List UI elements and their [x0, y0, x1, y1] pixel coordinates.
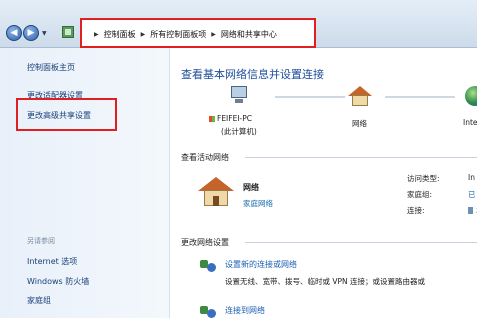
highlight-box — [16, 98, 117, 131]
change-settings-heading: 更改网络设置 — [181, 238, 229, 247]
address-bar[interactable]: ▶ 控制面板 ▶ 所有控制面板项 ▶ 网络和共享中心 — [80, 18, 316, 48]
sidebar-item-firewall[interactable]: Windows 防火墙 — [27, 276, 89, 287]
crumb-separator-icon: ▶ — [211, 31, 216, 38]
crumb-separator-icon: ▶ — [140, 31, 146, 38]
active-networks-heading: 查看活动网络 — [181, 153, 229, 162]
setup-connection-link[interactable]: 设置新的连接或网络 — [225, 259, 297, 270]
homegroup-link[interactable]: 已 — [468, 189, 476, 200]
connect-to-network-link[interactable]: 连接到网络 — [225, 305, 265, 316]
arrow-right-icon: ▶ — [27, 28, 35, 38]
network-map: FEIFEI-PC (此计算机) 网络 Inte — [181, 86, 477, 146]
windows-logo-icon — [209, 116, 215, 122]
breadcrumb-control-panel[interactable]: 控制面板 — [104, 29, 136, 40]
history-dropdown-icon[interactable]: ▼ — [42, 30, 47, 37]
breadcrumb-network-center[interactable]: 网络和共享中心 — [221, 29, 277, 40]
sidebar-item-internet-options[interactable]: Internet 选项 — [27, 256, 77, 267]
connect-network-icon — [200, 304, 218, 318]
computer-sublabel: (此计算机) — [221, 127, 257, 136]
divider — [245, 242, 477, 243]
detail-homegroup: 家庭组: 已 — [407, 190, 476, 199]
sidebar-item-homegroup[interactable]: 家庭组 — [27, 295, 51, 306]
home-network-icon — [198, 177, 234, 207]
arrow-left-icon: ◀ — [10, 28, 18, 38]
see-also-heading: 另请参阅 — [27, 237, 55, 245]
breadcrumb-all-items[interactable]: 所有控制面板项 — [150, 29, 206, 40]
connection-link[interactable]: 本 — [468, 205, 477, 216]
setup-connection-description: 设置无线、宽带、拨号、临时或 VPN 连接；或设置路由器或 — [225, 277, 426, 286]
detail-access-type: 访问类型: In — [407, 173, 475, 183]
divider — [245, 157, 477, 158]
network-label: 网络 — [352, 119, 367, 128]
new-connection-icon — [200, 258, 218, 272]
back-button[interactable]: ◀ — [6, 25, 22, 41]
internet-label: Inte — [463, 118, 477, 127]
address-toolbar: ◀ ▶ ▼ ▶ 控制面板 ▶ 所有控制面板项 ▶ 网络和共享中心 — [0, 0, 477, 48]
detail-connection: 连接:本 — [407, 205, 477, 216]
forward-button[interactable]: ▶ — [23, 25, 39, 41]
active-network-name: 网络 — [243, 183, 259, 192]
internet-globe-icon — [465, 86, 477, 106]
connection-icon — [468, 207, 473, 214]
computer-icon — [229, 86, 251, 104]
network-type-link[interactable]: 家庭网络 — [243, 198, 273, 209]
control-panel-icon — [62, 26, 74, 38]
network-house-icon — [348, 86, 372, 106]
connection-line — [385, 96, 455, 98]
page-title: 查看基本网络信息并设置连接 — [181, 68, 324, 81]
crumb-separator-icon: ▶ — [94, 31, 99, 38]
connection-line — [275, 96, 345, 98]
computer-name: FEIFEI-PC — [209, 114, 252, 123]
sidebar-item-control-panel-home[interactable]: 控制面板主页 — [27, 62, 75, 73]
